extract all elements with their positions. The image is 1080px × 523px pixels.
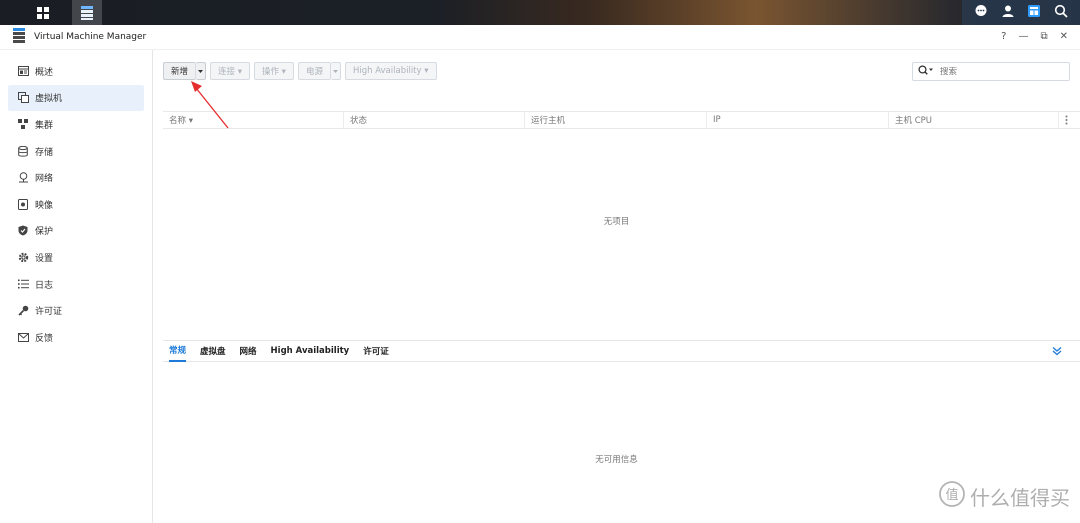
tab-high-availability[interactable]: High Availability: [271, 341, 350, 362]
toolbar: 新增 连接 ▾ 操作 ▾ 电源 High Availability ▾: [163, 62, 437, 80]
help-button[interactable]: ?: [1001, 31, 1006, 42]
sidebar-item-label: 映像: [35, 200, 54, 211]
action-button[interactable]: 操作 ▾: [253, 62, 294, 80]
restore-button[interactable]: ⧉: [1040, 31, 1047, 42]
create-dropdown-button[interactable]: [196, 62, 207, 80]
sidebar-item-license[interactable]: 许可证: [8, 297, 144, 324]
storage-icon: [17, 145, 29, 157]
column-header-name[interactable]: 名称 ▾: [163, 112, 344, 128]
sidebar-item-label: 网络: [35, 174, 54, 185]
create-split-button: 新增: [163, 62, 207, 80]
image-icon: [17, 198, 29, 210]
sidebar-item-image[interactable]: 映像: [8, 191, 144, 218]
column-header-ip[interactable]: IP: [707, 112, 889, 128]
close-button[interactable]: ✕: [1060, 31, 1068, 42]
sidebar-item-feedback[interactable]: 反馈: [8, 324, 144, 351]
watermark: 值 什么值得买: [938, 480, 1070, 513]
table-header: 名称 ▾ 状态 运行主机 IP 主机 CPU: [163, 111, 1080, 129]
cluster-icon: [17, 118, 29, 130]
sidebar: 概述 虚拟机 集群 存储 网络 映像 保护 设置 日志 许可证 反馈: [0, 50, 153, 523]
minimize-button[interactable]: —: [1018, 31, 1028, 42]
taskbar: [0, 0, 1080, 25]
column-menu-icon[interactable]: [1059, 112, 1080, 128]
tab-network[interactable]: 网络: [240, 341, 257, 362]
column-header-host-cpu[interactable]: 主机 CPU: [889, 112, 1059, 128]
detail-tabs: 常规 虚拟盘 网络 High Availability 许可证: [163, 340, 1080, 362]
power-dropdown-button[interactable]: [330, 62, 341, 80]
tab-virtual-disk[interactable]: 虚拟盘: [200, 341, 226, 362]
detail-empty-text: 无可用信息: [595, 455, 638, 465]
overview-icon: [17, 65, 29, 77]
watermark-logo: 值: [938, 480, 966, 513]
sidebar-item-label: 许可证: [35, 307, 63, 318]
sidebar-item-storage[interactable]: 存储: [8, 138, 144, 165]
vmm-window: Virtual Machine Manager ? — ⧉ ✕ 概述 虚拟机 集…: [0, 25, 1080, 523]
sidebar-item-label: 集群: [35, 120, 54, 131]
app-title: Virtual Machine Manager: [34, 32, 147, 42]
sidebar-item-label: 保护: [35, 227, 54, 238]
main-panel: 新增 连接 ▾ 操作 ▾ 电源 High Availability ▾ 名称 ▾…: [153, 50, 1080, 523]
window-controls: ? — ⧉ ✕: [1001, 31, 1068, 42]
vm-icon: [17, 92, 29, 104]
mail-icon: [17, 331, 29, 343]
log-icon: [17, 278, 29, 290]
shield-icon: [17, 225, 29, 237]
create-button[interactable]: 新增: [163, 62, 197, 80]
gear-icon: [17, 251, 29, 263]
sidebar-item-label: 设置: [35, 253, 54, 264]
sidebar-item-label: 概述: [35, 67, 54, 78]
power-button[interactable]: 电源: [297, 62, 331, 80]
caret-down-icon: [198, 66, 204, 76]
connect-button[interactable]: 连接 ▾: [210, 62, 250, 80]
sidebar-item-overview[interactable]: 概述: [8, 58, 144, 85]
tab-general[interactable]: 常规: [169, 341, 187, 362]
sidebar-item-protection[interactable]: 保护: [8, 218, 144, 245]
caret-down-icon: [332, 66, 338, 76]
chat-icon[interactable]: [974, 4, 988, 21]
sidebar-item-label: 虚拟机: [35, 94, 63, 105]
tab-license[interactable]: 许可证: [363, 341, 389, 362]
sidebar-item-vm[interactable]: 虚拟机: [8, 84, 144, 112]
collapse-panel-icon[interactable]: [1052, 346, 1062, 359]
key-icon: [17, 305, 29, 317]
column-header-host[interactable]: 运行主机: [525, 112, 707, 128]
watermark-text: 什么值得买: [970, 486, 1070, 510]
column-header-status[interactable]: 状态: [344, 112, 525, 128]
table-empty-text: 无项目: [603, 217, 630, 227]
app-logo-icon: [12, 28, 26, 46]
svg-text:值: 值: [945, 487, 958, 503]
sidebar-item-label: 存储: [35, 147, 54, 158]
power-split-button: 电源: [297, 62, 341, 80]
sidebar-item-label: 反馈: [35, 333, 54, 344]
main-menu-icon[interactable]: [28, 0, 58, 25]
title-bar: Virtual Machine Manager: [0, 25, 1080, 50]
sidebar-item-settings[interactable]: 设置: [8, 244, 144, 271]
sidebar-item-label: 日志: [35, 280, 54, 291]
user-icon[interactable]: [1001, 4, 1015, 21]
search-input[interactable]: [940, 66, 1060, 77]
search-box: [912, 62, 1070, 81]
network-icon: [17, 172, 29, 184]
sidebar-item-network[interactable]: 网络: [8, 164, 144, 191]
search-icon[interactable]: [1054, 4, 1068, 21]
search-filter-icon[interactable]: [918, 65, 934, 78]
high-availability-button[interactable]: High Availability ▾: [344, 62, 437, 80]
widgets-icon[interactable]: [1027, 4, 1041, 21]
taskbar-tray: [962, 0, 1080, 25]
vmm-taskbar-icon[interactable]: [72, 0, 102, 25]
sidebar-item-cluster[interactable]: 集群: [8, 111, 144, 138]
sidebar-item-log[interactable]: 日志: [8, 271, 144, 298]
